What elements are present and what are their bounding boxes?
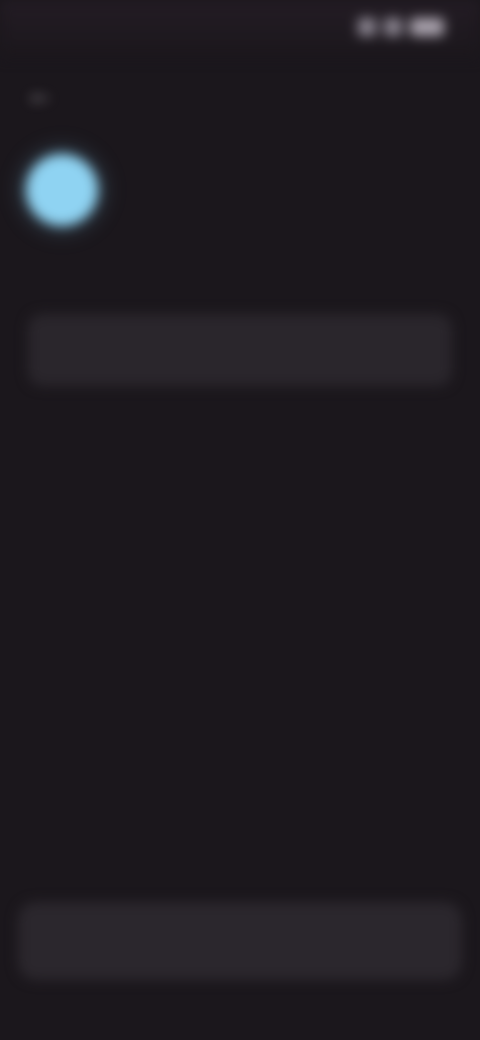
- back-button[interactable]: ←: [20, 74, 60, 114]
- avatar: [26, 154, 98, 226]
- status-icons: [358, 18, 444, 36]
- arrow-left-icon: ←: [26, 78, 54, 109]
- wifi-icon: [384, 18, 402, 36]
- text-input-card[interactable]: [28, 314, 452, 386]
- signal-icon: [358, 18, 376, 36]
- primary-action-button[interactable]: [18, 902, 462, 980]
- app-screen: ←: [0, 0, 480, 1040]
- battery-icon: [410, 18, 444, 36]
- status-bar: [0, 0, 480, 58]
